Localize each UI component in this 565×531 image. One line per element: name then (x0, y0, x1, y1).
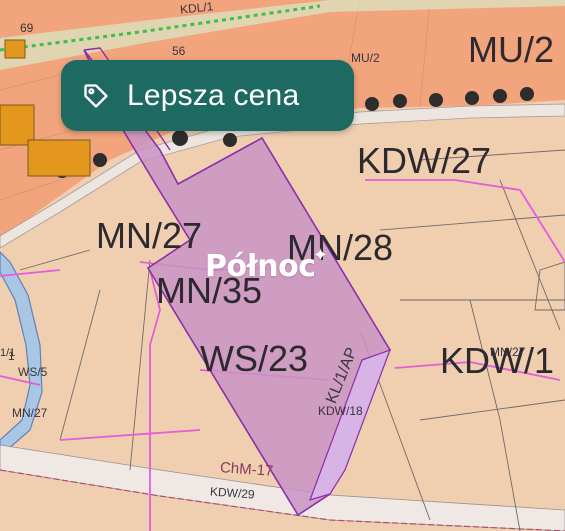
zone-label-mn27: MN/27 (96, 215, 203, 256)
zone-label-1-1: 1/1 (0, 347, 16, 359)
tag-icon (81, 81, 111, 111)
zone-label-kdl1: KDL/1 (179, 0, 214, 17)
zone-label-ws5: WS/5 (18, 365, 48, 379)
price-badge-label: Lepsza cena (127, 78, 300, 112)
zone-label-ws23: WS/23 (200, 338, 309, 379)
zone-label-chm17: ChM-17 (219, 459, 274, 480)
price-badge[interactable]: Lepsza cena (61, 60, 354, 131)
watermark-text: Północ (205, 249, 316, 284)
watermark-logo: Północ ✦ (205, 245, 328, 284)
sparkle-icon: ✦ (312, 245, 328, 266)
zone-label-69: 69 (20, 21, 34, 35)
zone-label-kdw29: KDW/29 (209, 484, 256, 502)
zone-label-kdw18: KDW/18 (318, 404, 363, 418)
zone-label-mn27-left: MN/27 (12, 406, 48, 420)
zone-label-mu2: MU/2 (468, 29, 555, 70)
map-view[interactable]: MU/2 MU/2 KDW/27 MN/27 MN/28 MN/35 WS/23… (0, 0, 565, 531)
zone-label-56: 56 (172, 44, 186, 58)
zone-label-mn27-right: MN/27 (490, 345, 526, 359)
zone-label-kdw27: KDW/27 (357, 140, 492, 181)
zone-label-mu2-small: MU/2 (351, 51, 380, 65)
